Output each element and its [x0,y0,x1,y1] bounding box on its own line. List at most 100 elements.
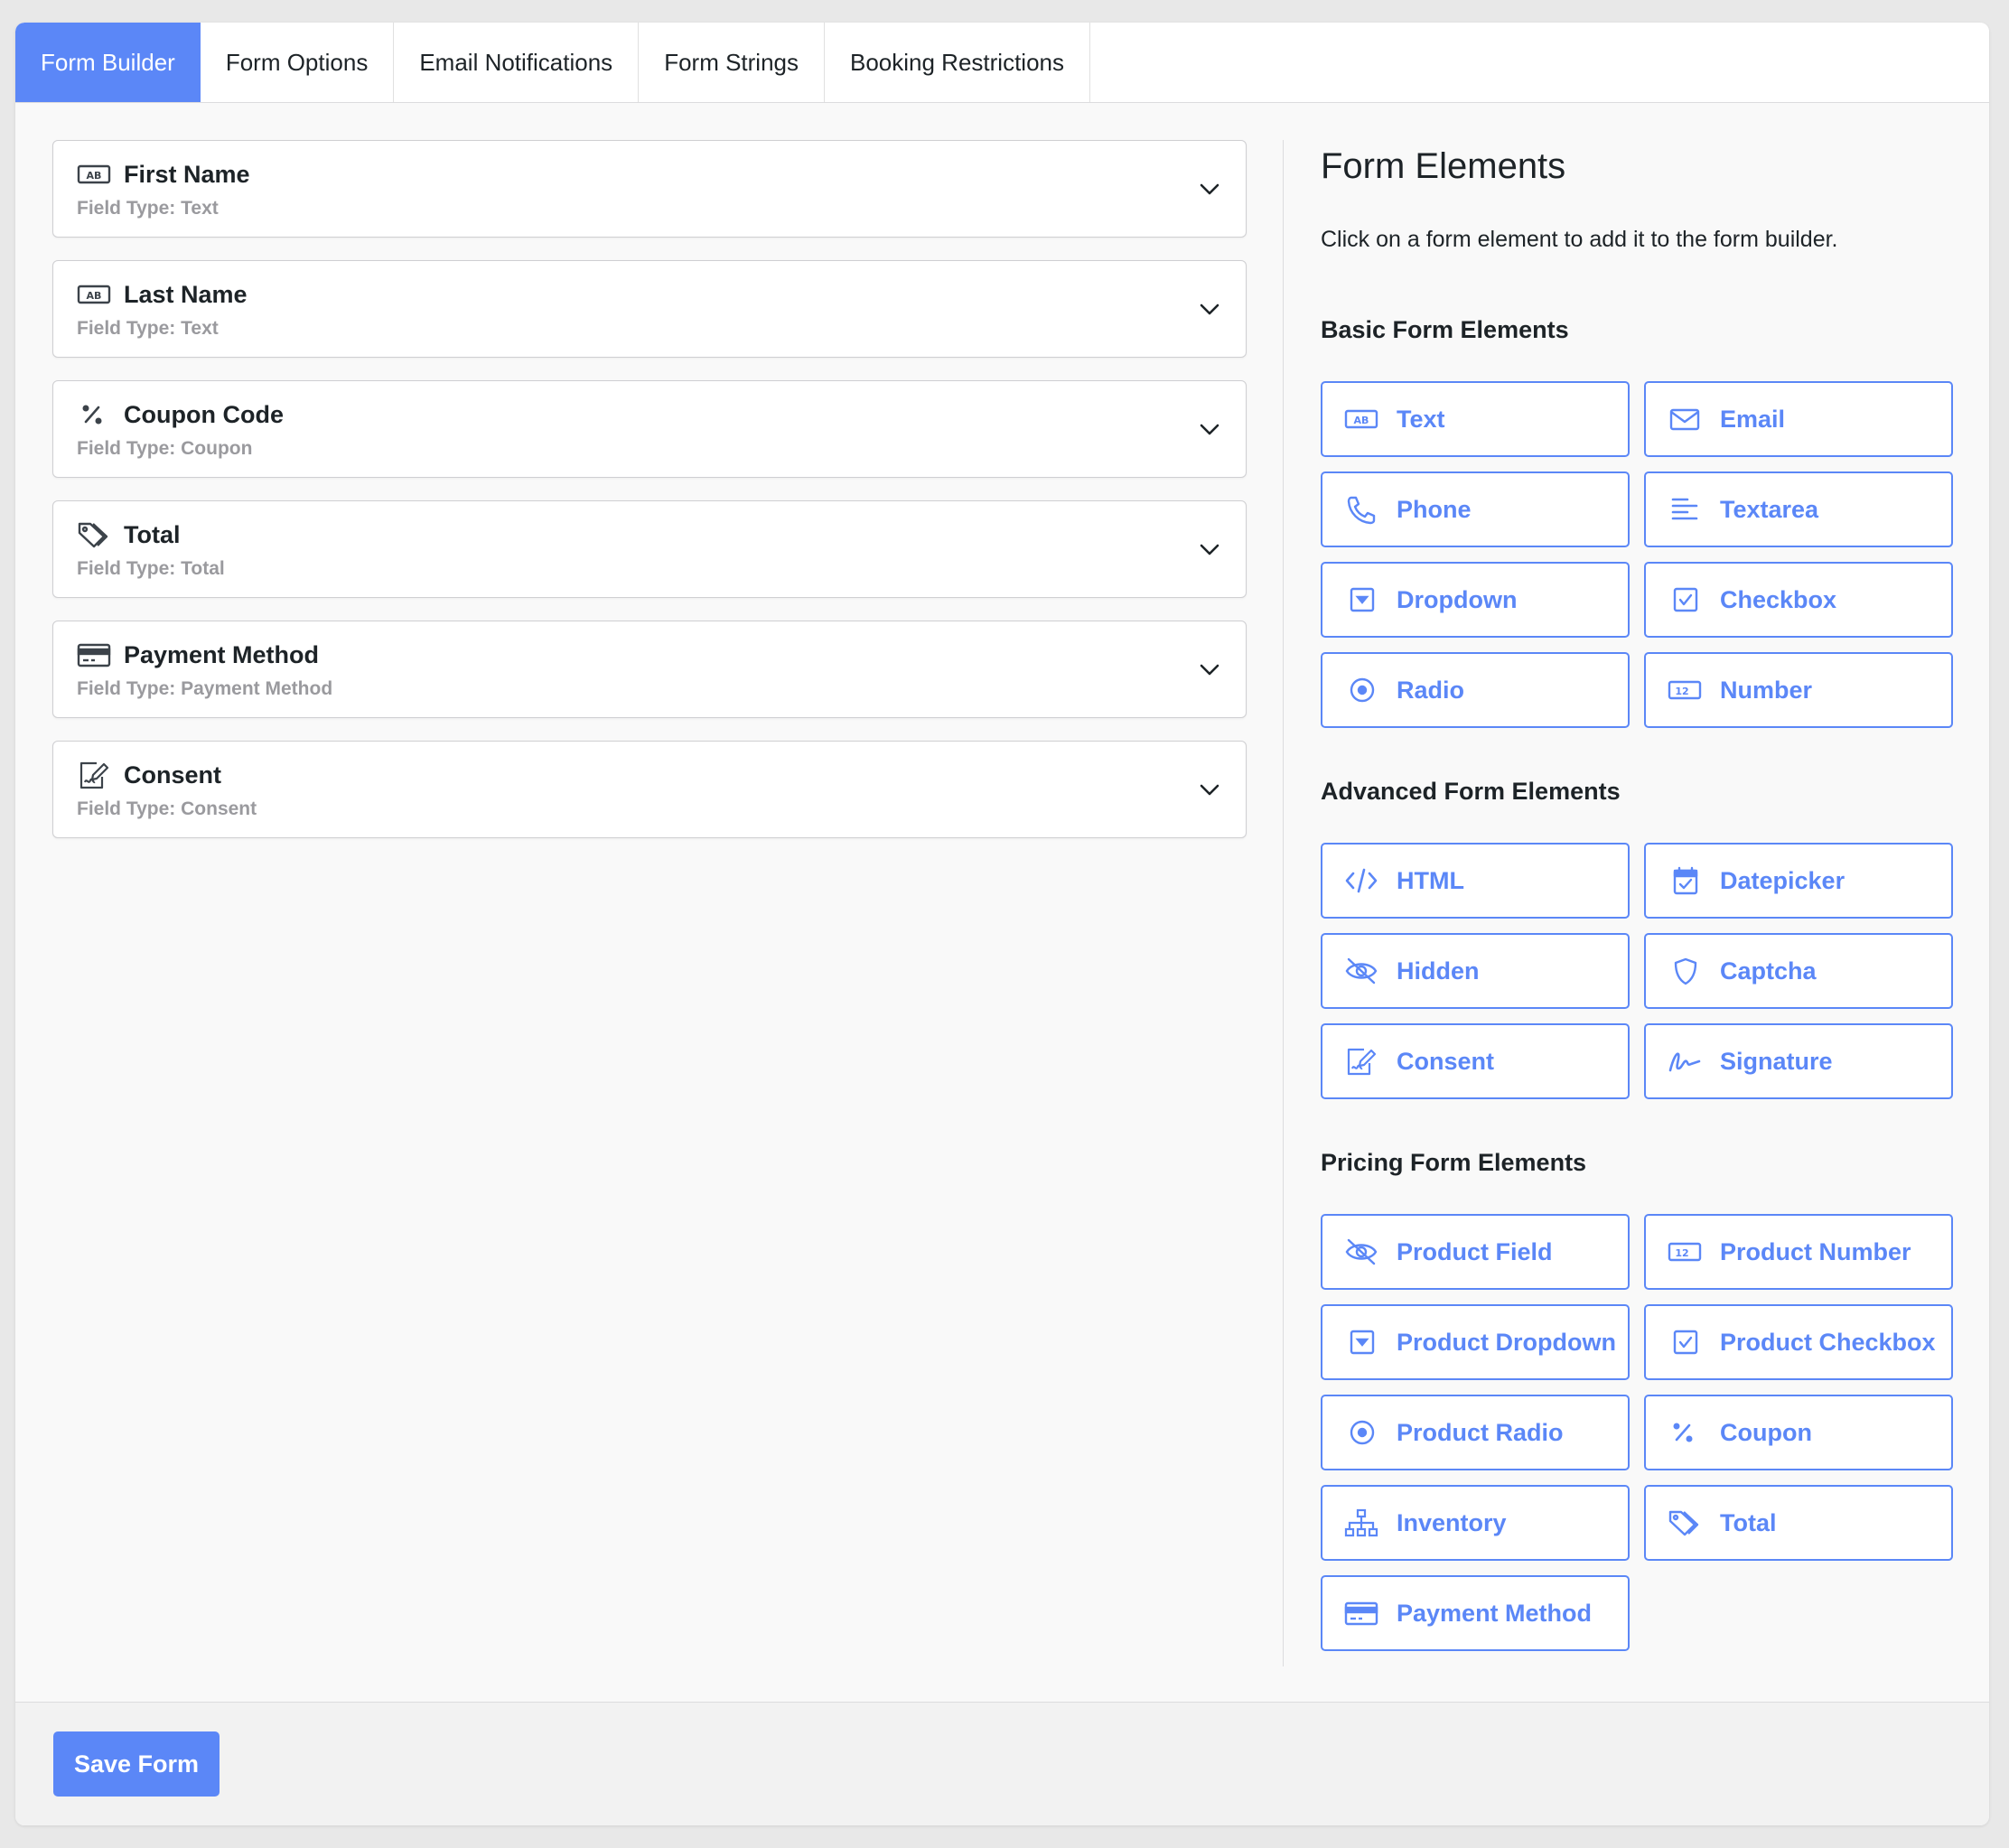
add-email-button[interactable]: Email [1644,381,1953,457]
element-label: Consent [1397,1047,1494,1075]
element-label: Signature [1720,1047,1833,1075]
chevron-down-icon[interactable] [1195,295,1224,324]
field-type-label: Field Type: Text [77,198,219,219]
element-label: Product Checkbox [1720,1328,1936,1356]
field-title: Last Name [124,280,248,308]
credit-card-icon [77,639,113,670]
tab-booking-restrictions[interactable]: Booking Restrictions [825,23,1090,102]
add-number-button[interactable]: 12 Number [1644,652,1953,728]
radio-icon [1344,1416,1380,1449]
field-header: Total [77,519,181,550]
checkbox-icon [1668,1326,1704,1358]
field-row-coupon-code[interactable]: Coupon Code Field Type: Coupon [52,380,1247,478]
text-field-icon: AB [77,159,113,190]
add-phone-button[interactable]: Phone [1321,471,1630,547]
calendar-icon [1668,864,1704,897]
element-label: Checkbox [1720,585,1837,613]
tab-email-notifications[interactable]: Email Notifications [394,23,640,102]
add-radio-button[interactable]: Radio [1321,652,1630,728]
field-header: Coupon Code [77,399,284,430]
add-consent-button[interactable]: Consent [1321,1023,1630,1099]
element-label: Inventory [1397,1508,1507,1536]
text-field-icon: AB [77,279,113,310]
tag-icon [1668,1507,1704,1539]
chevron-down-icon[interactable] [1195,656,1224,685]
add-hidden-button[interactable]: Hidden [1321,933,1630,1009]
element-label: Payment Method [1397,1599,1593,1627]
element-label: Phone [1397,495,1472,523]
add-inventory-button[interactable]: Inventory [1321,1485,1630,1561]
form-footer: Save Form [15,1702,1989,1825]
radio-icon [1344,674,1380,706]
chevron-down-icon[interactable] [1195,415,1224,444]
element-label: Dropdown [1397,585,1518,613]
element-label: Datepicker [1720,866,1845,894]
form-builder-panel: Form Builder Form Options Email Notifica… [15,23,1989,1825]
add-total-button[interactable]: Total [1644,1485,1953,1561]
svg-text:AB: AB [87,170,102,182]
add-text-button[interactable]: AB Text [1321,381,1630,457]
eye-slash-icon [1344,1236,1380,1268]
field-row-consent[interactable]: Consent Field Type: Consent [52,741,1247,838]
field-header: AB Last Name [77,279,248,310]
credit-card-icon [1344,1597,1380,1629]
tab-form-options[interactable]: Form Options [201,23,395,102]
field-header: Consent [77,760,221,790]
textarea-icon [1668,493,1704,526]
add-captcha-button[interactable]: Captcha [1644,933,1953,1009]
add-html-button[interactable]: HTML [1321,843,1630,919]
percent-icon [1668,1416,1704,1449]
element-label: HTML [1397,866,1464,894]
dropdown-icon [1344,583,1380,616]
add-product-radio-button[interactable]: Product Radio [1321,1395,1630,1470]
form-elements-title: Form Elements [1321,146,1566,186]
eye-slash-icon [1344,955,1380,987]
field-type-label: Field Type: Total [77,558,225,579]
tab-form-builder[interactable]: Form Builder [15,23,201,102]
element-label: Product Dropdown [1397,1328,1616,1356]
element-label: Email [1720,405,1786,433]
chevron-down-icon[interactable] [1195,175,1224,204]
add-textarea-button[interactable]: Textarea [1644,471,1953,547]
field-row-first-name[interactable]: AB First Name Field Type: Text [52,140,1247,238]
chevron-down-icon[interactable] [1195,536,1224,565]
add-payment-method-button[interactable]: Payment Method [1321,1575,1630,1651]
element-label: Coupon [1720,1418,1812,1446]
field-type-label: Field Type: Coupon [77,438,253,459]
svg-text:12: 12 [1675,686,1688,697]
phone-icon [1344,493,1380,526]
text-field-icon: AB [1344,403,1380,435]
form-elements-description: Click on a form element to add it to the… [1321,227,1838,252]
add-product-number-button[interactable]: 12 Product Number [1644,1214,1953,1290]
field-title: Total [124,520,181,548]
element-label: Total [1720,1508,1777,1536]
field-header: Payment Method [77,639,319,670]
add-signature-button[interactable]: Signature [1644,1023,1953,1099]
add-product-field-button[interactable]: Product Field [1321,1214,1630,1290]
element-label: Textarea [1720,495,1819,523]
chevron-down-icon[interactable] [1195,776,1224,805]
field-type-label: Field Type: Consent [77,798,257,819]
element-label: Captcha [1720,957,1817,985]
add-product-dropdown-button[interactable]: Product Dropdown [1321,1304,1630,1380]
field-row-total[interactable]: Total Field Type: Total [52,500,1247,598]
element-label: Number [1720,676,1813,704]
element-label: Hidden [1397,957,1480,985]
tab-form-strings[interactable]: Form Strings [639,23,825,102]
envelope-icon [1668,403,1704,435]
number-icon: 12 [1668,1236,1704,1268]
dropdown-icon [1344,1326,1380,1358]
add-product-checkbox-button[interactable]: Product Checkbox [1644,1304,1953,1380]
add-checkbox-button[interactable]: Checkbox [1644,562,1953,638]
save-form-button[interactable]: Save Form [53,1731,220,1797]
field-row-last-name[interactable]: AB Last Name Field Type: Text [52,260,1247,358]
form-field-list: AB First Name Field Type: Text AB Last Name F… [52,140,1247,861]
add-coupon-button[interactable]: Coupon [1644,1395,1953,1470]
field-row-payment-method[interactable]: Payment Method Field Type: Payment Method [52,621,1247,718]
add-dropdown-button[interactable]: Dropdown [1321,562,1630,638]
checkbox-icon [1668,583,1704,616]
add-datepicker-button[interactable]: Datepicker [1644,843,1953,919]
svg-text:AB: AB [1354,415,1369,426]
group-title-basic-form-elements: Basic Form Elements [1321,316,1569,343]
tab-bar: Form Builder Form Options Email Notifica… [15,23,1989,103]
